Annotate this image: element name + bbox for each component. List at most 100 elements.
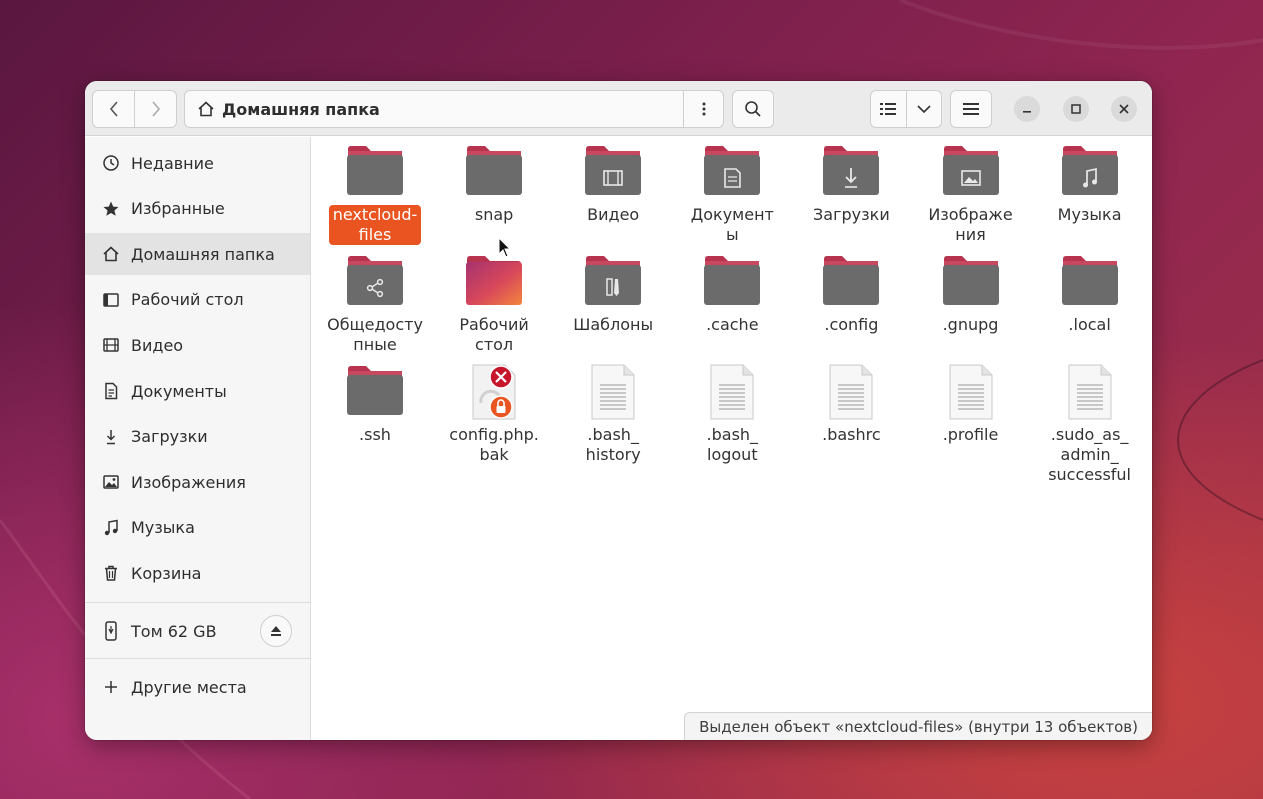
item-label: .config (824, 315, 879, 334)
item-label: Изображе ния (928, 205, 1013, 244)
sidebar-item[interactable]: Избранные (85, 188, 310, 230)
share-folder-icon (344, 253, 406, 311)
folder-item[interactable]: Документ ы (676, 143, 788, 245)
folder-icon (940, 253, 1002, 311)
view-options-button[interactable] (905, 91, 942, 127)
header-bar: Домашняя папка (85, 81, 1152, 136)
maximize-button[interactable] (1063, 96, 1089, 122)
item-label: Общедосту пные (327, 315, 423, 354)
item-label: .cache (706, 315, 759, 334)
folder-item[interactable]: Рабочий стол (438, 253, 550, 355)
document-folder-icon (701, 143, 763, 201)
sidebar-item[interactable]: Документы (85, 370, 310, 412)
item-label: Загрузки (813, 205, 890, 224)
file-item[interactable]: .bash_ logout (676, 363, 788, 465)
sidebar-item-label: Изображения (131, 472, 246, 492)
folder-item[interactable]: .ssh (319, 363, 431, 445)
sidebar-item-label: Избранные (131, 199, 225, 219)
folder-item[interactable]: nextcloud- files (319, 143, 431, 245)
file-item[interactable]: .bashrc (795, 363, 907, 445)
chevron-right-icon (151, 101, 160, 117)
home-icon (101, 244, 121, 264)
sidebar-item-label: Загрузки (131, 427, 208, 447)
sidebar-item[interactable]: Домашняя папка (85, 233, 310, 276)
sidebar-item[interactable]: Корзина (85, 552, 310, 594)
sidebar-item-label: Документы (131, 381, 227, 401)
minimize-button[interactable] (1014, 96, 1040, 122)
file-item[interactable]: .sudo_as_ admin_ successful (1034, 363, 1146, 485)
sidebar-item-volume[interactable]: Том 62 GB (85, 610, 310, 652)
item-label: .bash_ logout (706, 425, 759, 464)
sidebar-separator (85, 658, 310, 659)
sidebar-item[interactable]: Изображения (85, 461, 310, 503)
sidebar-item-label: Домашняя папка (131, 244, 275, 264)
view-mode-group (870, 90, 942, 128)
main-menu-button[interactable] (950, 90, 992, 128)
text-file-icon (1059, 363, 1121, 421)
item-label: config.php. bak (449, 425, 539, 464)
usb-drive-icon (101, 621, 121, 641)
file-manager-window: Домашняя папка Корзина Музыка Изображени… (85, 81, 1152, 740)
text-file-icon (820, 363, 882, 421)
template-folder-icon (582, 253, 644, 311)
image-folder-icon (940, 143, 1002, 201)
maximize-icon (1071, 104, 1081, 114)
folder-icon (344, 143, 406, 201)
sidebar-item[interactable]: Музыка (85, 507, 310, 549)
sidebar-item[interactable]: Загрузки (85, 416, 310, 458)
folder-item[interactable]: Видео (557, 143, 669, 225)
folder-item[interactable]: .local (1034, 253, 1146, 335)
forward-button[interactable] (134, 91, 176, 127)
item-label: .gnupg (942, 315, 999, 334)
path-bar[interactable]: Домашняя папка (184, 90, 724, 128)
folder-item[interactable]: Общедосту пные (319, 253, 431, 355)
eject-button[interactable] (260, 615, 292, 647)
folder-item[interactable]: Музыка (1034, 143, 1146, 225)
list-view-button[interactable] (871, 91, 906, 127)
download-icon (101, 427, 121, 447)
folder-item[interactable]: .cache (676, 253, 788, 335)
sidebar-item[interactable]: Видео (85, 324, 310, 366)
sidebar-item-other-places[interactable]: Другие места (85, 666, 310, 708)
search-button[interactable] (732, 90, 774, 128)
path-menu-button[interactable] (683, 91, 723, 127)
star-icon (101, 199, 121, 219)
desktop-icon (101, 290, 121, 310)
plus-icon (101, 677, 121, 697)
desktop-folder-icon (463, 253, 525, 311)
item-label: .bash_ history (585, 425, 641, 464)
sidebar-item[interactable]: Рабочий стол (85, 279, 310, 321)
sidebar: Корзина Музыка Изображения Загрузки Документ… (85, 137, 311, 740)
file-item[interactable]: .bash_ history (557, 363, 669, 465)
item-label: snap (474, 205, 514, 224)
item-label: Документ ы (690, 205, 774, 244)
chevron-left-icon (109, 101, 118, 117)
back-button[interactable] (93, 91, 134, 127)
close-button[interactable] (1111, 96, 1137, 122)
trash-icon (101, 563, 121, 583)
item-label: Музыка (1057, 205, 1122, 224)
file-item[interactable]: .profile (915, 363, 1027, 445)
file-grid: Выделен объект «nextcloud-files» (внутри… (312, 137, 1152, 740)
folder-item[interactable]: .config (795, 253, 907, 335)
folder-item[interactable]: .gnupg (915, 253, 1027, 335)
close-icon (1119, 104, 1129, 114)
eject-icon (271, 626, 281, 636)
file-item[interactable]: config.php. bak (438, 363, 550, 465)
item-label: .profile (942, 425, 999, 444)
mouse-cursor-icon (498, 237, 512, 258)
folder-item[interactable]: Шаблоны (557, 253, 669, 335)
folder-item[interactable]: Загрузки (795, 143, 907, 225)
clock-icon (101, 153, 121, 173)
item-label: Шаблоны (573, 315, 654, 334)
text-file-icon (940, 363, 1002, 421)
folder-item[interactable]: snap (438, 143, 550, 225)
sidebar-item[interactable]: Недавние (85, 142, 310, 184)
breadcrumb-home[interactable]: Домашняя папка (185, 100, 683, 119)
image-icon (101, 472, 121, 492)
folder-item[interactable]: Изображе ния (915, 143, 1027, 245)
item-label: Рабочий стол (459, 315, 529, 354)
folder-icon (463, 143, 525, 201)
chevron-down-icon (917, 105, 931, 113)
download-folder-icon (820, 143, 882, 201)
